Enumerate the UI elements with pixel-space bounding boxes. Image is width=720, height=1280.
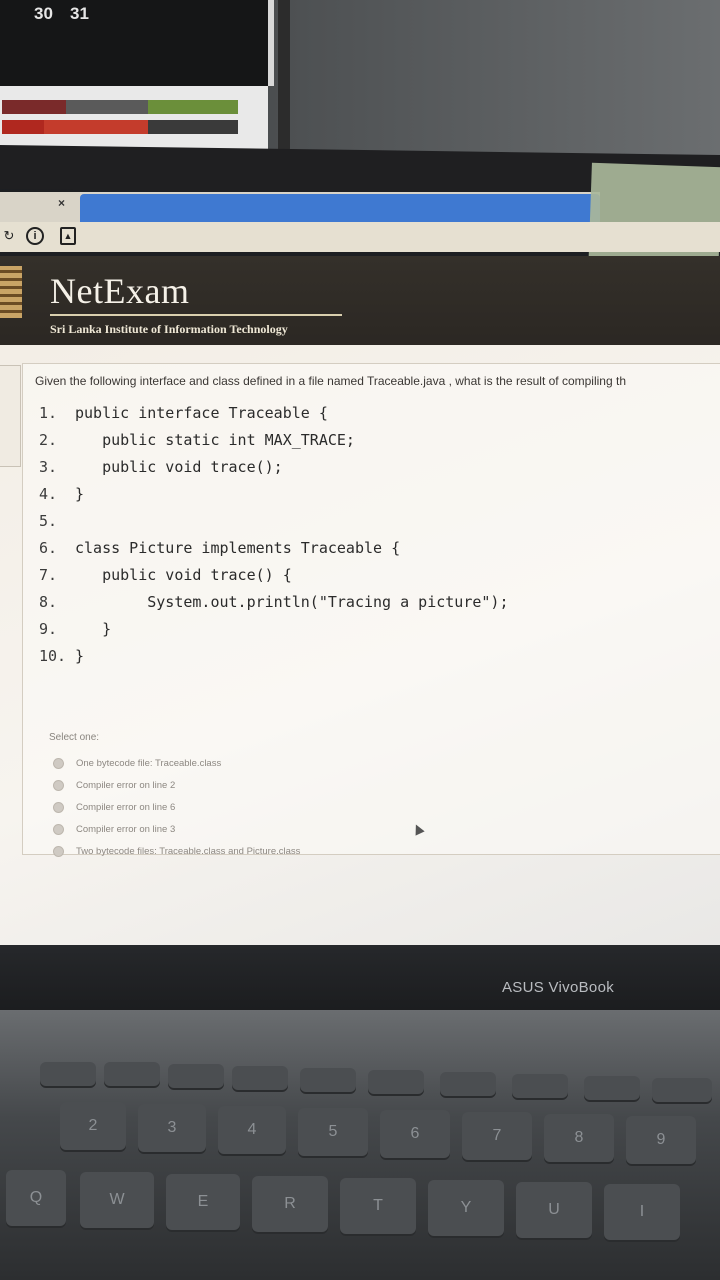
key-y: Y (428, 1180, 504, 1236)
key-5: 5 (298, 1108, 368, 1156)
code-listing: 1. public interface Traceable { 2. public… (39, 404, 508, 674)
function-key (168, 1064, 224, 1088)
question-prompt: Given the following interface and class … (35, 374, 626, 388)
function-key (440, 1072, 496, 1096)
option-label[interactable]: Two bytecode files: Traceable.class and … (76, 846, 300, 857)
radio-button[interactable] (53, 757, 64, 769)
answer-option[interactable]: Compiler error on line 3 (53, 818, 300, 840)
code-line: 6. class Picture implements Traceable { (39, 539, 401, 557)
code-line: 7. public void trace() { (39, 566, 292, 584)
radio-button[interactable] (53, 823, 64, 835)
code-line: 8. System.out.println("Tracing a picture… (39, 593, 509, 611)
page-icon[interactable]: ▲ (60, 227, 76, 245)
wall-post (278, 0, 290, 160)
answer-option[interactable]: One bytecode file: Traceable.class (53, 752, 300, 774)
code-line: 10.} (39, 647, 85, 665)
code-line: 3. public void trace(); (39, 458, 283, 476)
key-e: E (166, 1174, 240, 1230)
quiz-nav-tab[interactable] (0, 365, 21, 467)
key-2: 2 (60, 1102, 126, 1150)
function-key (652, 1078, 712, 1102)
key-6: 6 (380, 1110, 450, 1158)
answer-option[interactable]: Two bytecode files: Traceable.class and … (53, 840, 300, 862)
key-q: Q (6, 1170, 66, 1226)
code-line: 2. public static int MAX_TRACE; (39, 431, 355, 449)
code-line: 4.} (39, 485, 85, 503)
select-one-label: Select one: (49, 732, 100, 743)
wall-calendar: 30 31 (0, 0, 274, 86)
laptop-brand: ASUS VivoBook (502, 979, 615, 996)
info-icon[interactable]: i (26, 227, 44, 245)
function-key (368, 1070, 424, 1094)
function-key (300, 1068, 356, 1092)
key-9: 9 (626, 1116, 696, 1164)
mouse-cursor-icon (411, 822, 425, 836)
key-3: 3 (138, 1104, 206, 1152)
browser-toolbar: ↻ i ▲ (0, 222, 720, 252)
exam-page: Given the following interface and class … (0, 345, 720, 945)
tab-close-icon[interactable]: × (58, 196, 65, 210)
key-w: W (80, 1172, 154, 1228)
radio-button[interactable] (53, 779, 64, 791)
answer-option[interactable]: Compiler error on line 2 (53, 774, 300, 796)
key-t: T (340, 1178, 416, 1234)
code-line: 1. public interface Traceable { (39, 404, 328, 422)
code-line: 9. } (39, 620, 112, 638)
calendar-date: 31 (70, 4, 89, 23)
keyboard-deck: 2 3 4 5 6 7 8 9 Q W E R T Y U I (0, 1010, 720, 1280)
site-title[interactable]: NetExam (50, 270, 189, 312)
function-key (512, 1074, 568, 1098)
key-u: U (516, 1182, 592, 1238)
key-8: 8 (544, 1114, 614, 1162)
code-line: 5. (39, 512, 58, 530)
laptop-bezel-bottom: ASUS VivoBook (0, 945, 720, 1015)
site-subtitle: Sri Lanka Institute of Information Techn… (50, 322, 288, 336)
question-box: Given the following interface and class … (22, 363, 720, 857)
sliit-logo[interactable] (0, 266, 22, 318)
option-label[interactable]: Compiler error on line 2 (76, 780, 175, 791)
radio-button[interactable] (53, 801, 64, 813)
title-divider (50, 314, 342, 316)
browser-tab-active[interactable] (80, 194, 600, 222)
key-7: 7 (462, 1112, 532, 1160)
option-label[interactable]: Compiler error on line 3 (76, 824, 175, 835)
option-label[interactable]: One bytecode file: Traceable.class (76, 758, 221, 769)
radio-button[interactable] (53, 845, 64, 857)
answer-options: One bytecode file: Traceable.class Compi… (53, 752, 300, 862)
calendar-date: 30 (34, 4, 53, 23)
key-r: R (252, 1176, 328, 1232)
key-i: I (604, 1184, 680, 1240)
function-key (232, 1066, 288, 1090)
function-key (40, 1062, 96, 1086)
function-key (584, 1076, 640, 1100)
browser-tab-bar: × (0, 192, 600, 224)
reload-icon[interactable]: ↻ (0, 227, 18, 245)
function-key (104, 1062, 160, 1086)
option-label[interactable]: Compiler error on line 6 (76, 802, 175, 813)
key-4: 4 (218, 1106, 286, 1154)
answer-option[interactable]: Compiler error on line 6 (53, 796, 300, 818)
